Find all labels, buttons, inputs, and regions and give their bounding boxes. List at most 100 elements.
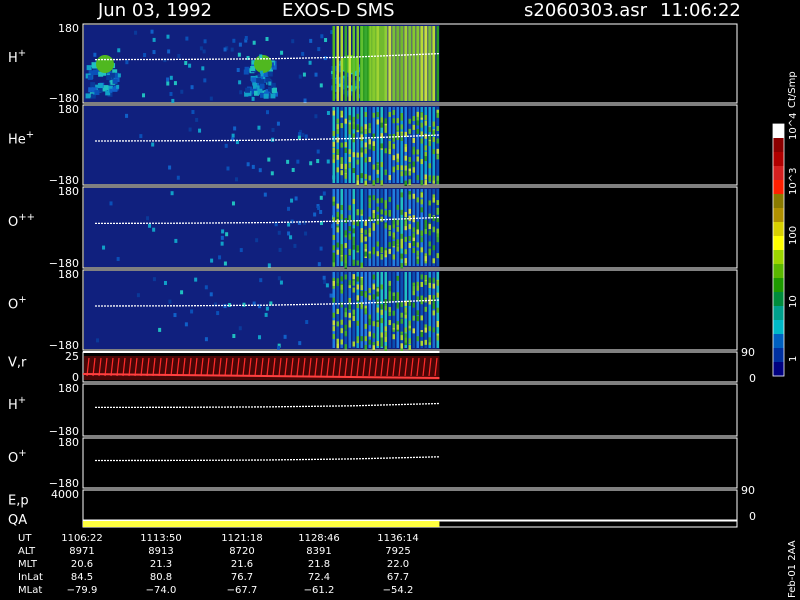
spectrogram-cell <box>163 280 167 285</box>
spectrogram-cell <box>340 256 344 262</box>
spectrogram-cell <box>291 167 295 172</box>
colorbar-unit: Ct/Smp <box>787 71 798 108</box>
spectrogram-cell <box>280 50 284 55</box>
spectrogram-cell <box>436 335 440 341</box>
spectrogram-cell <box>404 165 408 171</box>
spectrogram-cell <box>384 223 388 229</box>
spectrogram-cell <box>420 315 424 321</box>
spectrogram-cell <box>322 191 326 196</box>
spectrogram-cell <box>190 85 194 90</box>
spectrogram-cell <box>384 250 388 256</box>
spectrogram-cell <box>332 196 336 202</box>
spectrogram-cell <box>203 78 207 83</box>
spectrogram-cell <box>256 77 262 83</box>
panel-label: O++ <box>8 212 35 230</box>
spectrogram-cell <box>360 151 364 157</box>
spectrogram-cell <box>416 250 420 256</box>
panel-label: E,p <box>8 493 29 508</box>
spectrogram-cell <box>420 122 424 128</box>
spectrogram-stripe <box>332 26 336 101</box>
spectrogram-cell <box>316 159 320 164</box>
spectrogram-cell <box>226 166 230 171</box>
spectrogram-cell <box>221 229 225 234</box>
spectrogram-cell <box>336 343 340 349</box>
spectrogram-stripe <box>364 26 368 101</box>
spectrogram-cell <box>287 206 291 211</box>
spectrogram-cell <box>368 144 372 150</box>
spectrogram-cell <box>428 200 432 206</box>
spectrogram-cell <box>404 337 408 343</box>
spectrogram-cell <box>416 316 420 322</box>
spectrogram-cell <box>376 206 380 212</box>
colorbar-segment <box>773 278 784 293</box>
spectrogram-cell <box>348 115 352 121</box>
panel-label: V,r <box>8 355 27 370</box>
footer-cell: −74.0 <box>146 585 177 596</box>
spectrogram-cell <box>319 83 323 88</box>
spectrogram-cell <box>96 338 100 343</box>
spectrogram-cell <box>400 115 404 121</box>
spectrogram-cell <box>324 38 328 43</box>
spectrogram-cell <box>177 53 181 58</box>
header-time: 11:06:22 <box>660 0 741 21</box>
spectrogram-cell <box>344 164 348 170</box>
spectrogram-cell <box>348 129 352 135</box>
footer-cell: 8971 <box>69 546 94 557</box>
spectrogram-cell <box>364 112 368 118</box>
spectrogram-cell <box>251 96 255 101</box>
spectrogram-cell <box>372 246 376 252</box>
spectrogram-cell <box>210 258 214 263</box>
footer-cell: 1113:50 <box>140 533 182 544</box>
spectrogram-cell <box>388 280 392 286</box>
spectrogram-cell <box>163 58 167 63</box>
spectrogram-cell <box>336 203 340 209</box>
spectrogram-cell <box>432 277 436 283</box>
spectrogram-cell <box>420 192 424 198</box>
spectrogram-cell <box>372 112 376 118</box>
spectrogram-cell <box>323 279 327 284</box>
spectrogram-cell <box>412 248 416 254</box>
spectrogram-cell <box>332 333 336 339</box>
panel-7-ep: E,p 4000 90 0 <box>8 484 756 523</box>
spectrogram-cell <box>271 88 277 94</box>
spectrogram-cell <box>392 143 396 149</box>
spectrogram-cell <box>412 137 416 143</box>
colorbar-segment <box>773 208 784 223</box>
spectrogram-cell <box>279 280 283 285</box>
colorbar-segment <box>773 166 784 181</box>
spectrogram-cell <box>420 281 424 287</box>
spectrogram-cell <box>408 345 412 351</box>
spectrogram-cell <box>436 253 440 259</box>
spectrogram-cell <box>298 341 302 346</box>
footer-cell: 22.0 <box>387 559 409 570</box>
spectrogram-cell <box>360 336 364 342</box>
spectrogram-cell <box>412 315 416 321</box>
spectrogram-cell <box>428 326 432 332</box>
colorbar-segment <box>773 362 784 377</box>
spectrogram-cell <box>360 284 364 290</box>
footer-row-label: MLT <box>18 559 38 570</box>
spectrogram-cell <box>102 245 106 250</box>
spectrogram-cell <box>317 205 321 210</box>
footer-cell: 8720 <box>229 546 254 557</box>
spectrogram-cell <box>356 295 360 301</box>
spectrogram-cell <box>408 128 412 134</box>
spectrogram-cell <box>432 283 436 289</box>
spectrogram-cell <box>380 284 384 290</box>
spectrogram-cell <box>400 238 404 244</box>
footer-cell: 72.4 <box>308 572 330 583</box>
panel-0-h: H+180−180 <box>8 22 738 105</box>
spectrogram-cell <box>230 47 234 52</box>
spectrogram-cell <box>336 321 340 327</box>
spectrogram-cell <box>380 337 384 343</box>
spectrogram-cell <box>380 318 384 324</box>
spectrogram-stripe <box>348 26 352 101</box>
spectrogram-cell <box>388 286 392 292</box>
panel-4-vr: V,r 250900 <box>8 346 756 385</box>
spectrogram-cell <box>116 84 120 89</box>
panel-5-h: H+180−180 <box>8 382 738 438</box>
spectrogram-cell <box>420 247 424 253</box>
spectrogram-cell <box>204 285 208 290</box>
spectrogram-cell <box>243 69 249 75</box>
spectrogram-cell <box>432 197 436 203</box>
